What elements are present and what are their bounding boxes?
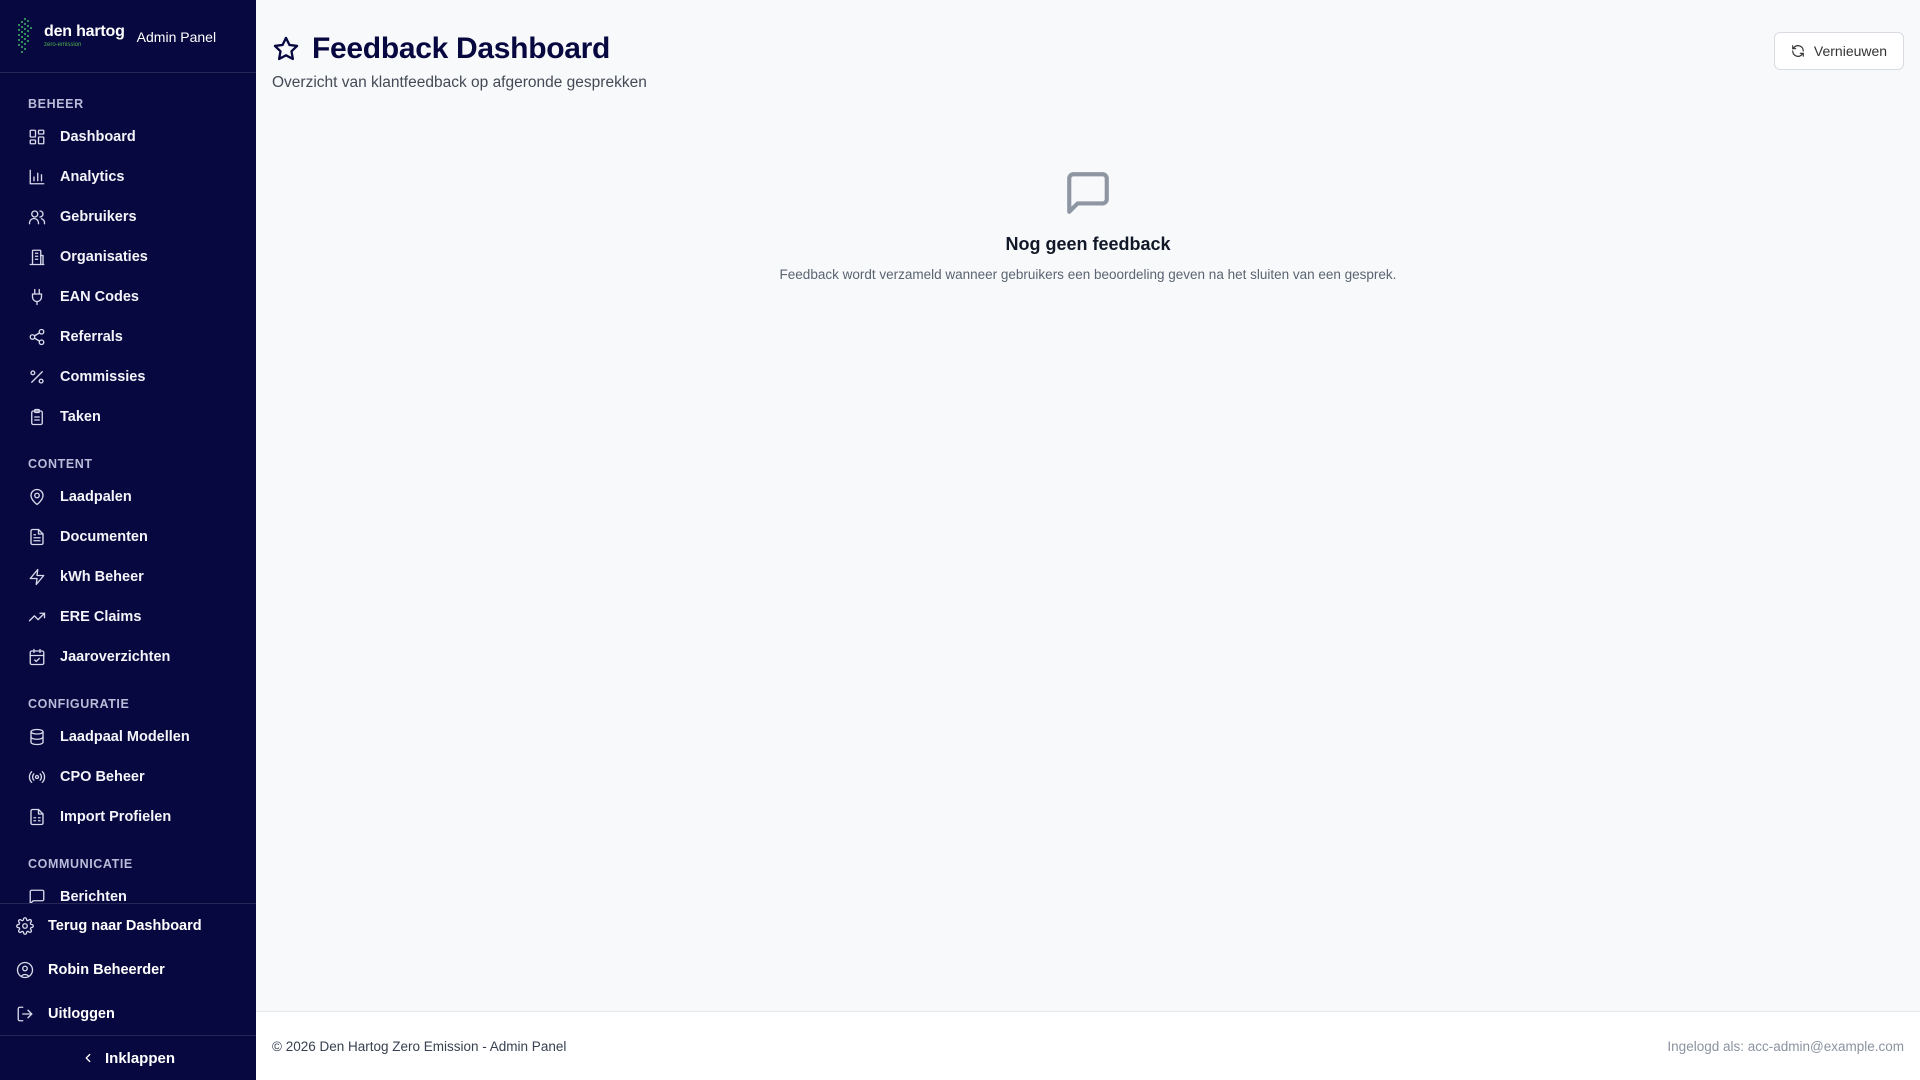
brand-name: den hartog zero-emission (44, 23, 125, 49)
chevron-left-icon (85, 1053, 91, 1063)
sidebar-item-label: Import Profielen (60, 809, 172, 825)
sidebar-item-label: Berichten (60, 889, 127, 903)
sidebar-item-dashboard[interactable]: Dashboard (0, 117, 256, 157)
sidebar-item-gebruikers[interactable]: Gebruikers (0, 197, 256, 237)
footer-logged-in: Ingelogd als: acc-admin@example.com (1667, 1038, 1904, 1054)
brand-tagline: zero-emission (44, 42, 82, 48)
refresh-icon (1792, 45, 1804, 57)
map-pin-icon (30, 488, 44, 506)
logout-icon (17, 1006, 33, 1022)
collapse-sidebar-button[interactable]: Inklappen (0, 1035, 256, 1080)
page-header: Feedback Dashboard Overzicht van klantfe… (272, 32, 647, 92)
sidebar-item-label: Laadpalen (60, 489, 132, 505)
file-spreadsheet-icon (30, 808, 44, 826)
sidebar-item-commissies[interactable]: Commissies (0, 357, 256, 397)
lightning-icon (29, 568, 45, 586)
gear-icon (16, 917, 34, 935)
sidebar-nav[interactable]: BEHEER Dashboard Analytics Gebruikers Or… (0, 73, 256, 903)
sidebar-item-label: CPO Beheer (60, 769, 145, 785)
logout-button[interactable]: Uitloggen (0, 992, 256, 1036)
sidebar-item-organisaties[interactable]: Organisaties (0, 237, 256, 277)
sidebar-item-laadpalen[interactable]: Laadpalen (0, 477, 256, 517)
percent-icon (30, 370, 44, 384)
sidebar-item-label: Analytics (60, 169, 125, 185)
database-icon (30, 728, 44, 746)
sidebar-item-referrals[interactable]: Referrals (0, 317, 256, 357)
sidebar-item-berichten[interactable]: Berichten (0, 877, 256, 903)
bottom-item-label: Terug naar Dashboard (48, 918, 202, 934)
building-icon (29, 249, 45, 266)
sidebar-item-label: Taken (60, 409, 101, 425)
section-title-configuratie: CONFIGURATIE (28, 697, 130, 711)
users-icon (28, 210, 46, 225)
share-icon (29, 328, 45, 346)
brand-logo-icon (18, 18, 32, 53)
sidebar-item-documenten[interactable]: Documenten (0, 517, 256, 557)
brand[interactable]: den hartog zero-emission Admin Panel (0, 0, 256, 73)
message-square-icon (1067, 172, 1109, 214)
empty-state-text: Feedback wordt verzameld wanneer gebruik… (779, 267, 1397, 282)
refresh-label: Vernieuwen (1813, 43, 1888, 59)
sidebar-item-label: ERE Claims (60, 609, 142, 625)
sidebar-item-label: Referrals (60, 329, 123, 345)
star-icon (273, 36, 299, 61)
page-title: Feedback Dashboard (312, 32, 611, 65)
sidebar-item-kwh-beheer[interactable]: kWh Beheer (0, 557, 256, 597)
sidebar-item-label: EAN Codes (60, 289, 139, 305)
collapse-label: Inklappen (104, 1049, 175, 1067)
calendar-check-icon (29, 648, 45, 666)
user-circle-icon (16, 961, 34, 979)
section-title-communicatie: COMMUNICATIE (28, 857, 133, 871)
sidebar-item-label: Gebruikers (60, 209, 137, 225)
sidebar-item-label: Laadpaal Modellen (60, 729, 190, 745)
footer: © 2026 Den Hartog Zero Emission - Admin … (256, 1011, 1920, 1080)
sidebar-bottom: Terug naar Dashboard Robin Beheerder Uit… (0, 903, 256, 1036)
dashboard-icon (29, 129, 45, 145)
brand-name-text: den hartog (44, 23, 125, 40)
radio-icon (28, 771, 46, 783)
sidebar: den hartog zero-emission Admin Panel BEH… (0, 0, 256, 1080)
file-text-icon (30, 528, 44, 546)
sidebar-item-laadpaal-modellen[interactable]: Laadpaal Modellen (0, 717, 256, 757)
sidebar-item-jaaroverzichten[interactable]: Jaaroverzichten (0, 637, 256, 677)
sidebar-item-import-profielen[interactable]: Import Profielen (0, 797, 256, 837)
trending-up-icon (28, 612, 46, 622)
bottom-item-label: Uitloggen (48, 1006, 115, 1022)
sidebar-item-label: kWh Beheer (60, 569, 144, 585)
sidebar-item-label: Documenten (60, 529, 148, 545)
title-row: Feedback Dashboard (272, 32, 647, 66)
panel-label: Admin Panel (136, 29, 217, 45)
main-content: Feedback Dashboard Overzicht van klantfe… (256, 0, 1920, 1011)
section-title-beheer: BEHEER (28, 97, 84, 111)
user-profile-link[interactable]: Robin Beheerder (0, 948, 256, 992)
sidebar-item-ean-codes[interactable]: EAN Codes (0, 277, 256, 317)
sidebar-item-analytics[interactable]: Analytics (0, 157, 256, 197)
bar-chart-icon (29, 169, 45, 185)
sidebar-item-label: Commissies (60, 369, 146, 385)
sidebar-item-taken[interactable]: Taken (0, 397, 256, 437)
section-title-content: CONTENT (28, 457, 93, 471)
back-to-dashboard-link[interactable]: Terug naar Dashboard (0, 904, 256, 948)
footer-copyright: © 2026 Den Hartog Zero Emission - Admin … (272, 1038, 567, 1054)
sidebar-item-label: Dashboard (60, 129, 136, 145)
sidebar-item-label: Organisaties (60, 249, 148, 265)
bottom-item-label: Robin Beheerder (48, 962, 165, 978)
empty-state-title: Nog geen feedback (1005, 234, 1171, 254)
plug-icon (31, 288, 43, 306)
page-subtitle: Overzicht van klantfeedback op afgeronde… (272, 74, 647, 91)
sidebar-item-ere-claims[interactable]: ERE Claims (0, 597, 256, 637)
refresh-button[interactable]: Vernieuwen (1774, 32, 1904, 70)
sidebar-item-label: Jaaroverzichten (60, 649, 171, 665)
sidebar-item-cpo-beheer[interactable]: CPO Beheer (0, 757, 256, 797)
empty-state: Nog geen feedback Feedback wordt verzame… (256, 168, 1920, 282)
message-icon (29, 889, 45, 903)
clipboard-icon (31, 408, 43, 426)
